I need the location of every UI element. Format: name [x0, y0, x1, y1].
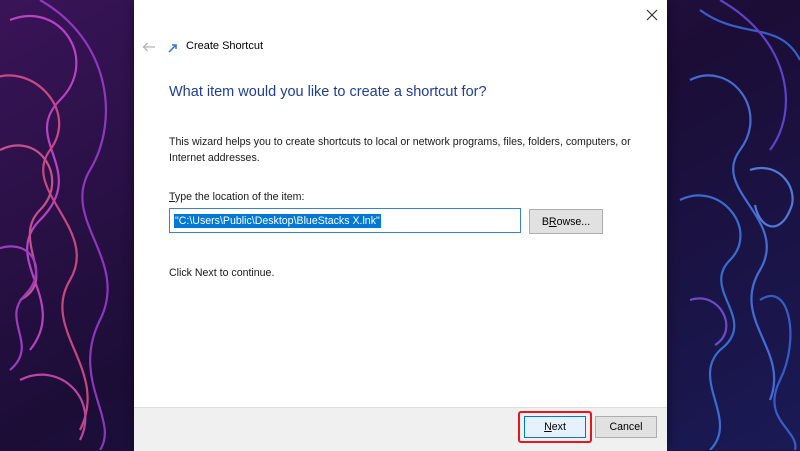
wizard-description: This wizard helps you to create shortcut… — [169, 136, 631, 164]
location-input-value: "C:\Users\Public\Desktop\BlueStacks X.ln… — [174, 213, 381, 228]
back-arrow-icon — [142, 42, 155, 52]
close-icon — [646, 9, 658, 21]
create-shortcut-dialog: Create Shortcut What item would you like… — [134, 0, 667, 451]
location-label-text: ype the location of the item: — [174, 191, 305, 203]
back-button[interactable] — [140, 38, 158, 56]
close-button[interactable] — [637, 0, 667, 30]
dialog-footer — [134, 407, 667, 451]
next-button[interactable]: Next — [524, 416, 586, 438]
continue-instruction: Click Next to continue. — [169, 267, 275, 279]
browse-button[interactable]: B Rowse... — [529, 209, 603, 234]
next-label-rest: ext — [551, 421, 566, 433]
next-label-accelerator: N — [544, 421, 552, 433]
browse-label-accelerator: R — [548, 215, 557, 228]
window-title: Create Shortcut — [186, 40, 264, 52]
location-input[interactable]: "C:\Users\Public\Desktop\BlueStacks X.ln… — [169, 208, 521, 233]
location-label: Type the location of the item: — [169, 191, 304, 203]
wizard-heading: What item would you like to create a sho… — [169, 84, 487, 100]
browse-label-prefix: B — [541, 215, 549, 228]
cancel-button[interactable]: Cancel — [595, 416, 657, 438]
shortcut-icon — [168, 44, 177, 53]
browse-label-rest: owse... — [556, 215, 591, 228]
